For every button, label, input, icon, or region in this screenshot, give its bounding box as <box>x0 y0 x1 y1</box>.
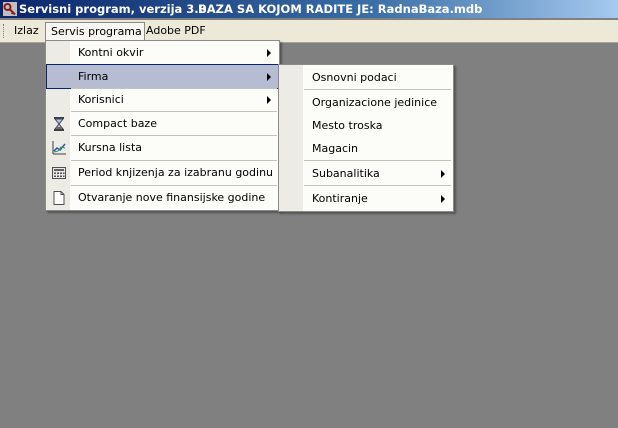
menu-item-firma[interactable]: Firma <box>46 64 279 89</box>
window-title: Servisni program, verzija 3.0 <box>19 2 207 16</box>
servis-programa-dropdown: Kontni okvir Firma Korisnici Compact baz… <box>45 40 280 211</box>
menu-item-compact-baze[interactable]: Compact baze <box>47 112 278 135</box>
submenu-arrow-icon <box>267 73 271 81</box>
menu-adobe-pdf-label: Adobe PDF <box>146 24 206 37</box>
menu-separator <box>304 89 451 90</box>
menu-adobe-pdf[interactable]: Adobe PDF <box>141 22 211 40</box>
menu-item-label: Firma <box>78 70 109 83</box>
new-document-icon <box>53 191 65 205</box>
menu-item-label: Magacin <box>312 142 359 155</box>
submenu-item-organizacione-jedinice[interactable]: Organizacione jedinice <box>280 91 452 114</box>
menu-separator <box>304 185 451 186</box>
submenu-arrow-icon <box>267 96 271 104</box>
title-bar: Servisni program, verzija 3.0 BAZA SA KO… <box>0 0 618 18</box>
submenu-arrow-icon <box>267 49 271 57</box>
submenu-item-subanalitika[interactable]: Subanalitika <box>280 162 452 185</box>
menu-item-label: Korisnici <box>78 93 124 106</box>
menu-servis-programa-label: Servis programa <box>51 25 142 38</box>
menu-item-label: Period knjizenja za izabranu godinu <box>78 166 274 179</box>
submenu-item-kontiranje[interactable]: Kontiranje <box>280 187 452 210</box>
menu-item-label: Kontni okvir <box>78 46 144 59</box>
menu-item-kursna-lista[interactable]: Kursna lista <box>47 136 278 159</box>
menubar-grip[interactable] <box>3 24 6 38</box>
key-icon[interactable] <box>3 2 17 16</box>
menu-item-korisnici[interactable]: Korisnici <box>47 88 278 111</box>
menu-item-label: Mesto troska <box>312 119 383 132</box>
menu-item-otvaranje-nove-godine[interactable]: Otvaranje nove finansijske godine <box>47 186 278 209</box>
menu-izlaz-label: Izlaz <box>14 24 39 37</box>
submenu-arrow-icon <box>441 195 445 203</box>
menu-separator <box>304 160 451 161</box>
line-chart-icon <box>52 141 66 155</box>
menu-item-label: Kursna lista <box>78 141 142 154</box>
hourglass-icon <box>53 117 65 131</box>
menu-item-label: Subanalitika <box>312 167 380 180</box>
submenu-item-magacin[interactable]: Magacin <box>280 137 452 160</box>
menu-item-label: Kontiranje <box>312 192 368 205</box>
database-label: BAZA SA KOJOM RADITE JE: RadnaBaza.mdb <box>198 2 483 16</box>
calculator-icon <box>52 167 66 179</box>
menu-servis-programa[interactable]: Servis programa <box>45 22 145 42</box>
menu-izlaz[interactable]: Izlaz <box>9 22 44 40</box>
menu-item-period-knjizenja[interactable]: Period knjizenja za izabranu godinu <box>47 161 278 184</box>
submenu-item-mesto-troska[interactable]: Mesto troska <box>280 114 452 137</box>
firma-submenu: Osnovni podaci Organizacione jedinice Me… <box>278 64 454 212</box>
submenu-item-osnovni-podaci[interactable]: Osnovni podaci <box>280 66 452 89</box>
menu-item-kontni-okvir[interactable]: Kontni okvir <box>47 41 278 64</box>
submenu-arrow-icon <box>441 170 445 178</box>
menu-item-label: Organizacione jedinice <box>312 96 438 109</box>
menu-item-label: Osnovni podaci <box>312 71 397 84</box>
menu-item-label: Compact baze <box>78 117 157 130</box>
menu-item-label: Otvaranje nove finansijske godine <box>78 191 266 204</box>
